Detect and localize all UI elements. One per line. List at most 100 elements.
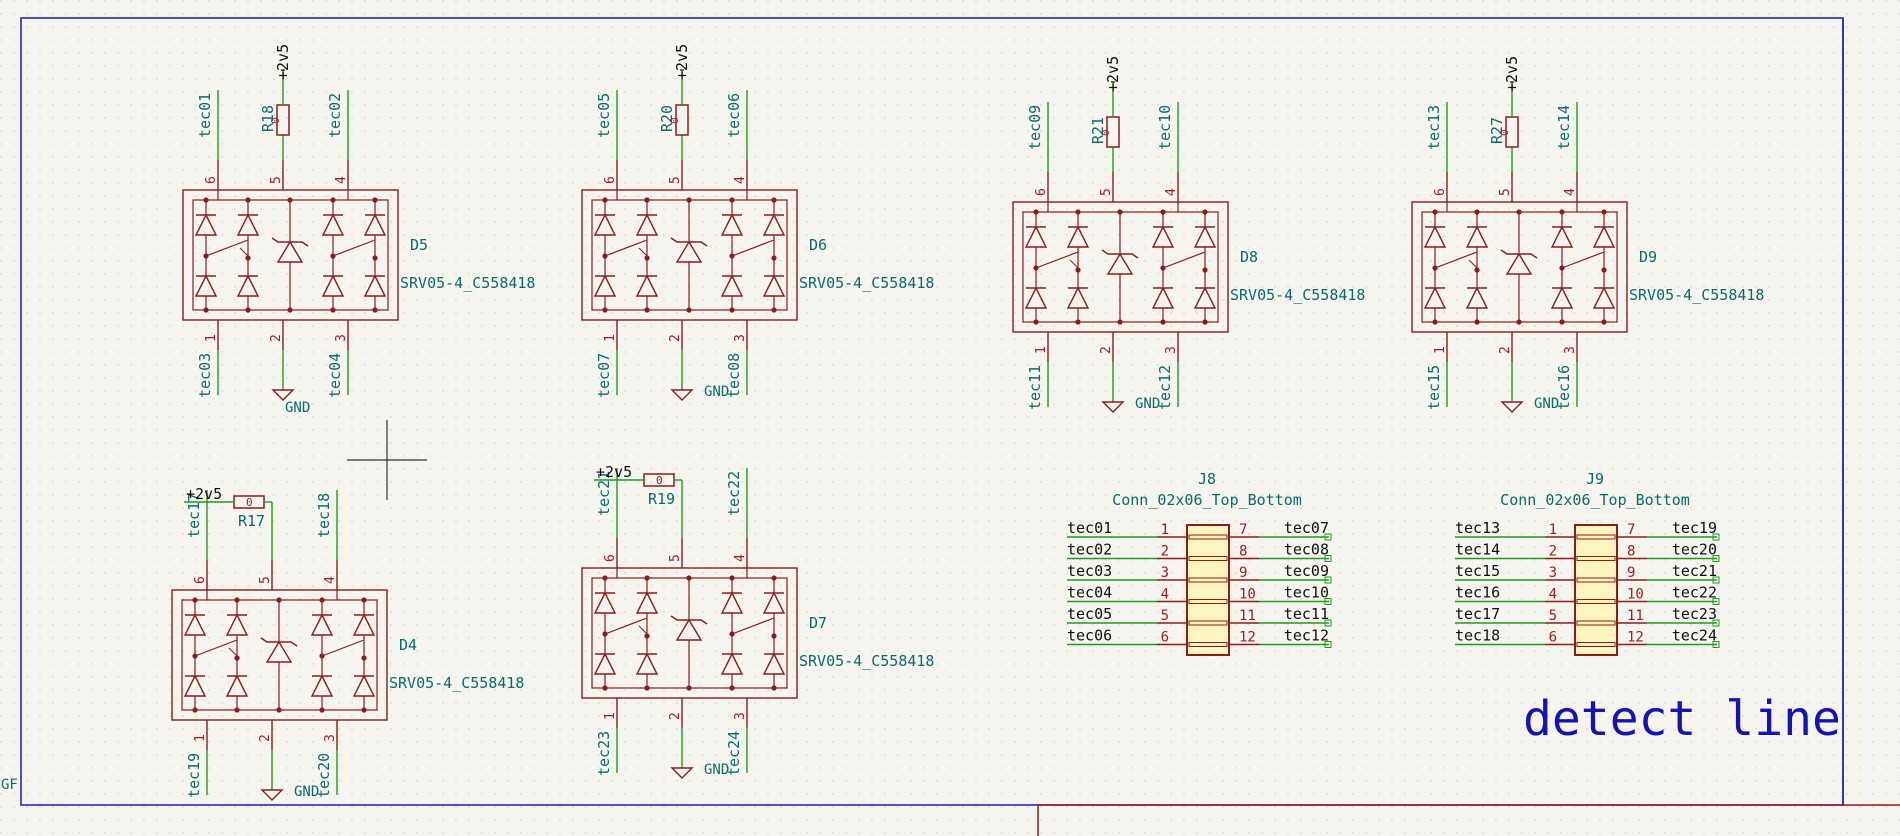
junction-dot <box>686 197 692 203</box>
pin-number: 1 <box>1034 346 1049 354</box>
pin-number: 3 <box>1164 346 1179 354</box>
pin-number: 8 <box>1627 544 1635 560</box>
pin-number: 11 <box>1627 608 1644 624</box>
pin-number: 4 <box>1164 188 1179 196</box>
component-ref: D7 <box>809 614 827 632</box>
pin-number: 2 <box>668 334 683 342</box>
junction-dot <box>1474 319 1480 325</box>
pin-number: 5 <box>668 554 683 562</box>
pin-number: 7 <box>1627 522 1635 538</box>
junction-dot <box>686 307 692 313</box>
gnd-label: GND <box>1534 396 1559 412</box>
pin-number: 2 <box>258 734 273 742</box>
junction-dot <box>1601 267 1607 273</box>
net-label: tec22 <box>725 471 743 516</box>
pin-number: 3 <box>733 712 748 720</box>
junction-dot <box>234 597 240 603</box>
net-label: tec22 <box>1672 584 1717 602</box>
pin-number: 12 <box>1627 630 1644 646</box>
component-value: SRV05-4_C558418 <box>799 652 934 670</box>
junction-dot <box>1160 265 1166 271</box>
junction-dot <box>1202 319 1208 325</box>
vcc-label: +2v5 <box>673 44 691 80</box>
net-label: tec16 <box>1455 584 1500 602</box>
junction-dot <box>203 197 209 203</box>
junction-dot <box>1202 209 1208 215</box>
junction-dot <box>1033 319 1039 325</box>
net-label: tec24 <box>1672 627 1717 645</box>
junction-dot <box>1432 209 1438 215</box>
junction-dot <box>245 197 251 203</box>
pin-number: 5 <box>668 176 683 184</box>
net-label: tec12 <box>1284 627 1329 645</box>
pin-number: 6 <box>603 554 618 562</box>
net-label: tec21 <box>1672 562 1717 580</box>
net-label: tec14 <box>1455 541 1500 559</box>
pin-number: 1 <box>193 734 208 742</box>
net-label: tec07 <box>1284 519 1329 537</box>
net-label: tec10 <box>1156 105 1174 150</box>
resistor-ref: R19 <box>648 490 675 508</box>
junction-dot <box>644 255 650 261</box>
component-value: SRV05-4_C558418 <box>1629 286 1764 304</box>
junction-dot <box>771 255 777 261</box>
junction-dot <box>602 685 608 691</box>
junction-dot <box>330 197 336 203</box>
junction-dot <box>1474 209 1480 215</box>
connector-value: Conn_02x06_Top_Bottom <box>1500 491 1690 509</box>
pin-number: 4 <box>1563 188 1578 196</box>
component-ref: D4 <box>399 636 417 654</box>
junction-dot <box>1160 209 1166 215</box>
junction-dot <box>1601 319 1607 325</box>
pin-number: 4 <box>323 576 338 584</box>
junction-dot <box>644 685 650 691</box>
pin-number: 3 <box>1161 565 1169 581</box>
pin-number: 1 <box>1549 522 1557 538</box>
junction-dot <box>319 597 325 603</box>
pin-number: 3 <box>1563 346 1578 354</box>
junction-dot <box>361 655 367 661</box>
junction-dot <box>1474 267 1480 273</box>
pin-number: 1 <box>603 334 618 342</box>
schematic-canvas[interactable]: GF detect line 6 1 5 2 4 3 tec01 tec02 tec03 tec0… <box>0 0 1900 836</box>
pin-number: 5 <box>269 176 284 184</box>
pin-number: 1 <box>1433 346 1448 354</box>
pin-number: 6 <box>1034 188 1049 196</box>
net-label: tec10 <box>1284 584 1329 602</box>
junction-dot <box>245 307 251 313</box>
junction-dot <box>602 307 608 313</box>
pin-number: 3 <box>323 734 338 742</box>
junction-dot <box>602 197 608 203</box>
pin-number: 5 <box>1099 188 1114 196</box>
junction-dot <box>771 685 777 691</box>
junction-dot <box>330 253 336 259</box>
junction-dot <box>644 575 650 581</box>
junction-dot <box>1075 319 1081 325</box>
sheet-title-text: detect line <box>1523 691 1841 747</box>
resistor-ref: R27 <box>1488 117 1506 144</box>
net-label: tec19 <box>1672 519 1717 537</box>
resistor-value: 0 <box>656 474 663 487</box>
net-label: tec09 <box>1284 562 1329 580</box>
junction-dot <box>276 707 282 713</box>
pin-number: 9 <box>1627 565 1635 581</box>
component-value: SRV05-4_C558418 <box>389 674 524 692</box>
net-label: tec23 <box>1672 605 1717 623</box>
pin-number: 4 <box>733 554 748 562</box>
pin-number: 5 <box>1498 188 1513 196</box>
net-label: tec20 <box>1672 541 1717 559</box>
net-label: tec06 <box>1067 627 1112 645</box>
pin-number: 3 <box>334 334 349 342</box>
pin-number: 4 <box>733 176 748 184</box>
pin-number: 7 <box>1239 522 1247 538</box>
junction-dot <box>330 307 336 313</box>
resistor-ref: R21 <box>1089 117 1107 144</box>
vcc-label: +2v5 <box>1104 56 1122 92</box>
pin-number: 2 <box>269 334 284 342</box>
junction-dot <box>1559 319 1565 325</box>
junction-dot <box>644 307 650 313</box>
junction-dot <box>729 575 735 581</box>
junction-dot <box>361 597 367 603</box>
junction-dot <box>1075 209 1081 215</box>
net-label: tec23 <box>595 731 613 776</box>
